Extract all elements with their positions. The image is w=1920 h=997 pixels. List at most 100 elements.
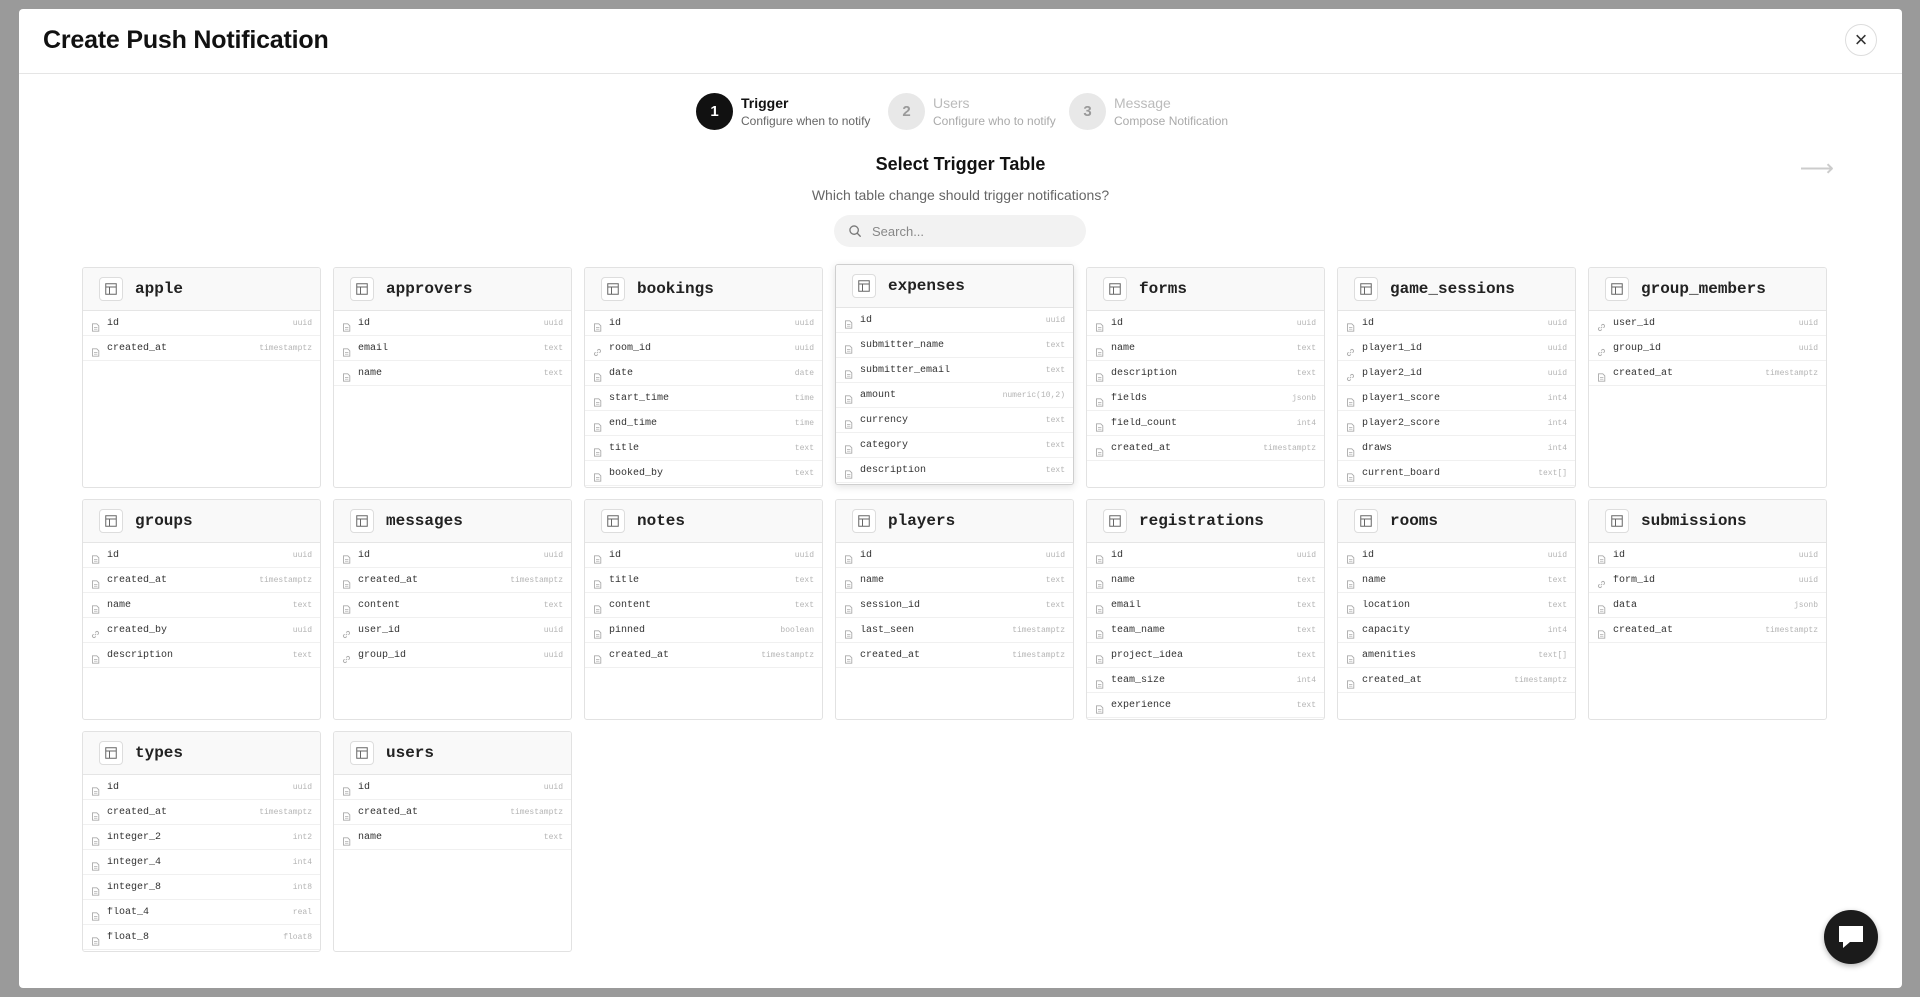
column-row: amenities text[] xyxy=(1338,643,1575,668)
column-name: created_by xyxy=(107,624,168,636)
field-icon xyxy=(593,626,602,639)
column-name: created_at xyxy=(107,574,168,586)
column-type: timestamptz xyxy=(1012,625,1065,635)
field-icon xyxy=(1095,601,1104,614)
table-card-approvers[interactable]: approvers id uuid email text name text xyxy=(333,267,572,488)
table-card-users[interactable]: users id uuid created_at timestamptz name text xyxy=(333,731,572,952)
table-card-expenses[interactable]: expenses id uuid submitter_name text submitte… xyxy=(835,264,1074,485)
next-arrow-icon[interactable]: ⟶ xyxy=(1800,154,1834,183)
column-row: session_id text xyxy=(836,593,1073,618)
column-row: category text xyxy=(836,433,1073,458)
link-icon xyxy=(1346,369,1355,381)
column-name: id xyxy=(107,549,120,561)
table-card-forms[interactable]: forms id uuid name text description text fields… xyxy=(1086,267,1325,488)
table-icon xyxy=(852,509,876,533)
field-icon xyxy=(1597,626,1606,639)
column-name: id xyxy=(1362,549,1375,561)
column-row: id uuid xyxy=(585,311,822,336)
chat-button[interactable] xyxy=(1824,910,1878,964)
field-icon xyxy=(91,319,100,332)
table-card-header: messages xyxy=(334,500,571,543)
column-name: capacity xyxy=(1362,624,1411,636)
column-name: email xyxy=(1111,599,1142,611)
table-name: users xyxy=(386,744,435,762)
section-title: Select Trigger Table xyxy=(875,154,1046,174)
table-card-rooms[interactable]: rooms id uuid name text location text capacity i… xyxy=(1337,499,1576,720)
column-row: content text xyxy=(334,593,571,618)
field-icon xyxy=(1597,369,1606,382)
column-type: text xyxy=(1045,365,1065,375)
column-row: form_id uuid xyxy=(1589,568,1826,593)
column-name: id xyxy=(358,317,371,329)
field-icon xyxy=(844,341,853,354)
field-icon xyxy=(593,601,602,614)
table-icon xyxy=(601,277,625,301)
field-icon xyxy=(1346,319,1355,332)
column-row: player1_id uuid xyxy=(1338,336,1575,361)
column-name: content xyxy=(358,599,401,611)
table-card-players[interactable]: players id uuid name text session_id text last_… xyxy=(835,499,1074,720)
column-type: text xyxy=(1296,575,1316,585)
column-type: timestamptz xyxy=(259,343,312,353)
column-row: description text xyxy=(83,643,320,668)
column-type: uuid xyxy=(1547,550,1567,560)
column-type: uuid xyxy=(1798,318,1818,328)
column-row: room_id uuid xyxy=(585,336,822,361)
column-name: pinned xyxy=(609,624,646,636)
column-type: text xyxy=(292,650,312,660)
table-card-header: users xyxy=(334,732,571,775)
table-card-types[interactable]: types id uuid created_at timestamptz integer_… xyxy=(82,731,321,952)
column-row: group_id uuid xyxy=(334,643,571,668)
table-card-game_sessions[interactable]: game_sessions id uuid player1_id uuid player2… xyxy=(1337,267,1576,488)
column-row: data jsonb xyxy=(1589,593,1826,618)
step-users[interactable]: 2 Users Configure who to notify xyxy=(888,93,1056,130)
field-icon xyxy=(91,783,100,796)
table-name: submissions xyxy=(1641,512,1747,530)
field-icon xyxy=(91,858,100,871)
table-card-apple[interactable]: apple id uuid created_at timestamptz xyxy=(82,267,321,488)
column-type: uuid xyxy=(1798,343,1818,353)
column-row: float_4 real xyxy=(83,900,320,925)
step-message[interactable]: 3 Message Compose Notification xyxy=(1069,93,1228,130)
link-icon xyxy=(1346,344,1355,356)
column-name: name xyxy=(358,367,383,379)
column-type: float8 xyxy=(283,932,312,942)
column-name: location xyxy=(1362,599,1411,611)
column-row: last_seen timestamptz xyxy=(836,618,1073,643)
column-row: description text xyxy=(836,458,1073,483)
table-card-groups[interactable]: groups id uuid created_at timestamptz name tex… xyxy=(82,499,321,720)
column-name: created_at xyxy=(1362,674,1423,686)
column-type: uuid xyxy=(794,343,814,353)
table-card-notes[interactable]: notes id uuid title text content text pinned boo… xyxy=(584,499,823,720)
table-card-group_members[interactable]: group_members user_id uuid group_id uuid crea… xyxy=(1588,267,1827,488)
column-row: player2_score int4 xyxy=(1338,411,1575,436)
table-name: group_members xyxy=(1641,280,1766,298)
column-name: group_id xyxy=(1613,342,1662,354)
column-name: float_4 xyxy=(107,906,150,918)
search-box[interactable] xyxy=(834,215,1086,247)
column-row: field_count int4 xyxy=(1087,411,1324,436)
table-card-bookings[interactable]: bookings id uuid room_id uuid date date start_t… xyxy=(584,267,823,488)
search-input[interactable] xyxy=(872,223,1072,239)
field-icon xyxy=(91,883,100,896)
column-name: player1_id xyxy=(1362,342,1423,354)
column-type: text xyxy=(1296,343,1316,353)
column-type: text xyxy=(1296,700,1316,710)
table-name: forms xyxy=(1139,280,1188,298)
column-name: name xyxy=(1111,342,1136,354)
table-card-registrations[interactable]: registrations id uuid name text email text team… xyxy=(1086,499,1325,720)
close-button[interactable]: × xyxy=(1845,24,1877,56)
field-icon xyxy=(91,651,100,664)
column-name: group_id xyxy=(358,649,407,661)
column-row: id uuid xyxy=(836,543,1073,568)
table-card-submissions[interactable]: submissions id uuid form_id uuid data jsonb cre… xyxy=(1588,499,1827,720)
column-row: id uuid xyxy=(1338,311,1575,336)
column-type: text xyxy=(1547,575,1567,585)
field-icon xyxy=(1346,626,1355,639)
column-row: integer_2 int2 xyxy=(83,825,320,850)
table-card-messages[interactable]: messages id uuid created_at timestamptz conte… xyxy=(333,499,572,720)
column-row: name text xyxy=(1087,336,1324,361)
step-trigger[interactable]: 1 Trigger Configure when to notify xyxy=(696,93,870,130)
column-type: timestamptz xyxy=(1012,650,1065,660)
column-name: submitter_name xyxy=(860,339,945,351)
